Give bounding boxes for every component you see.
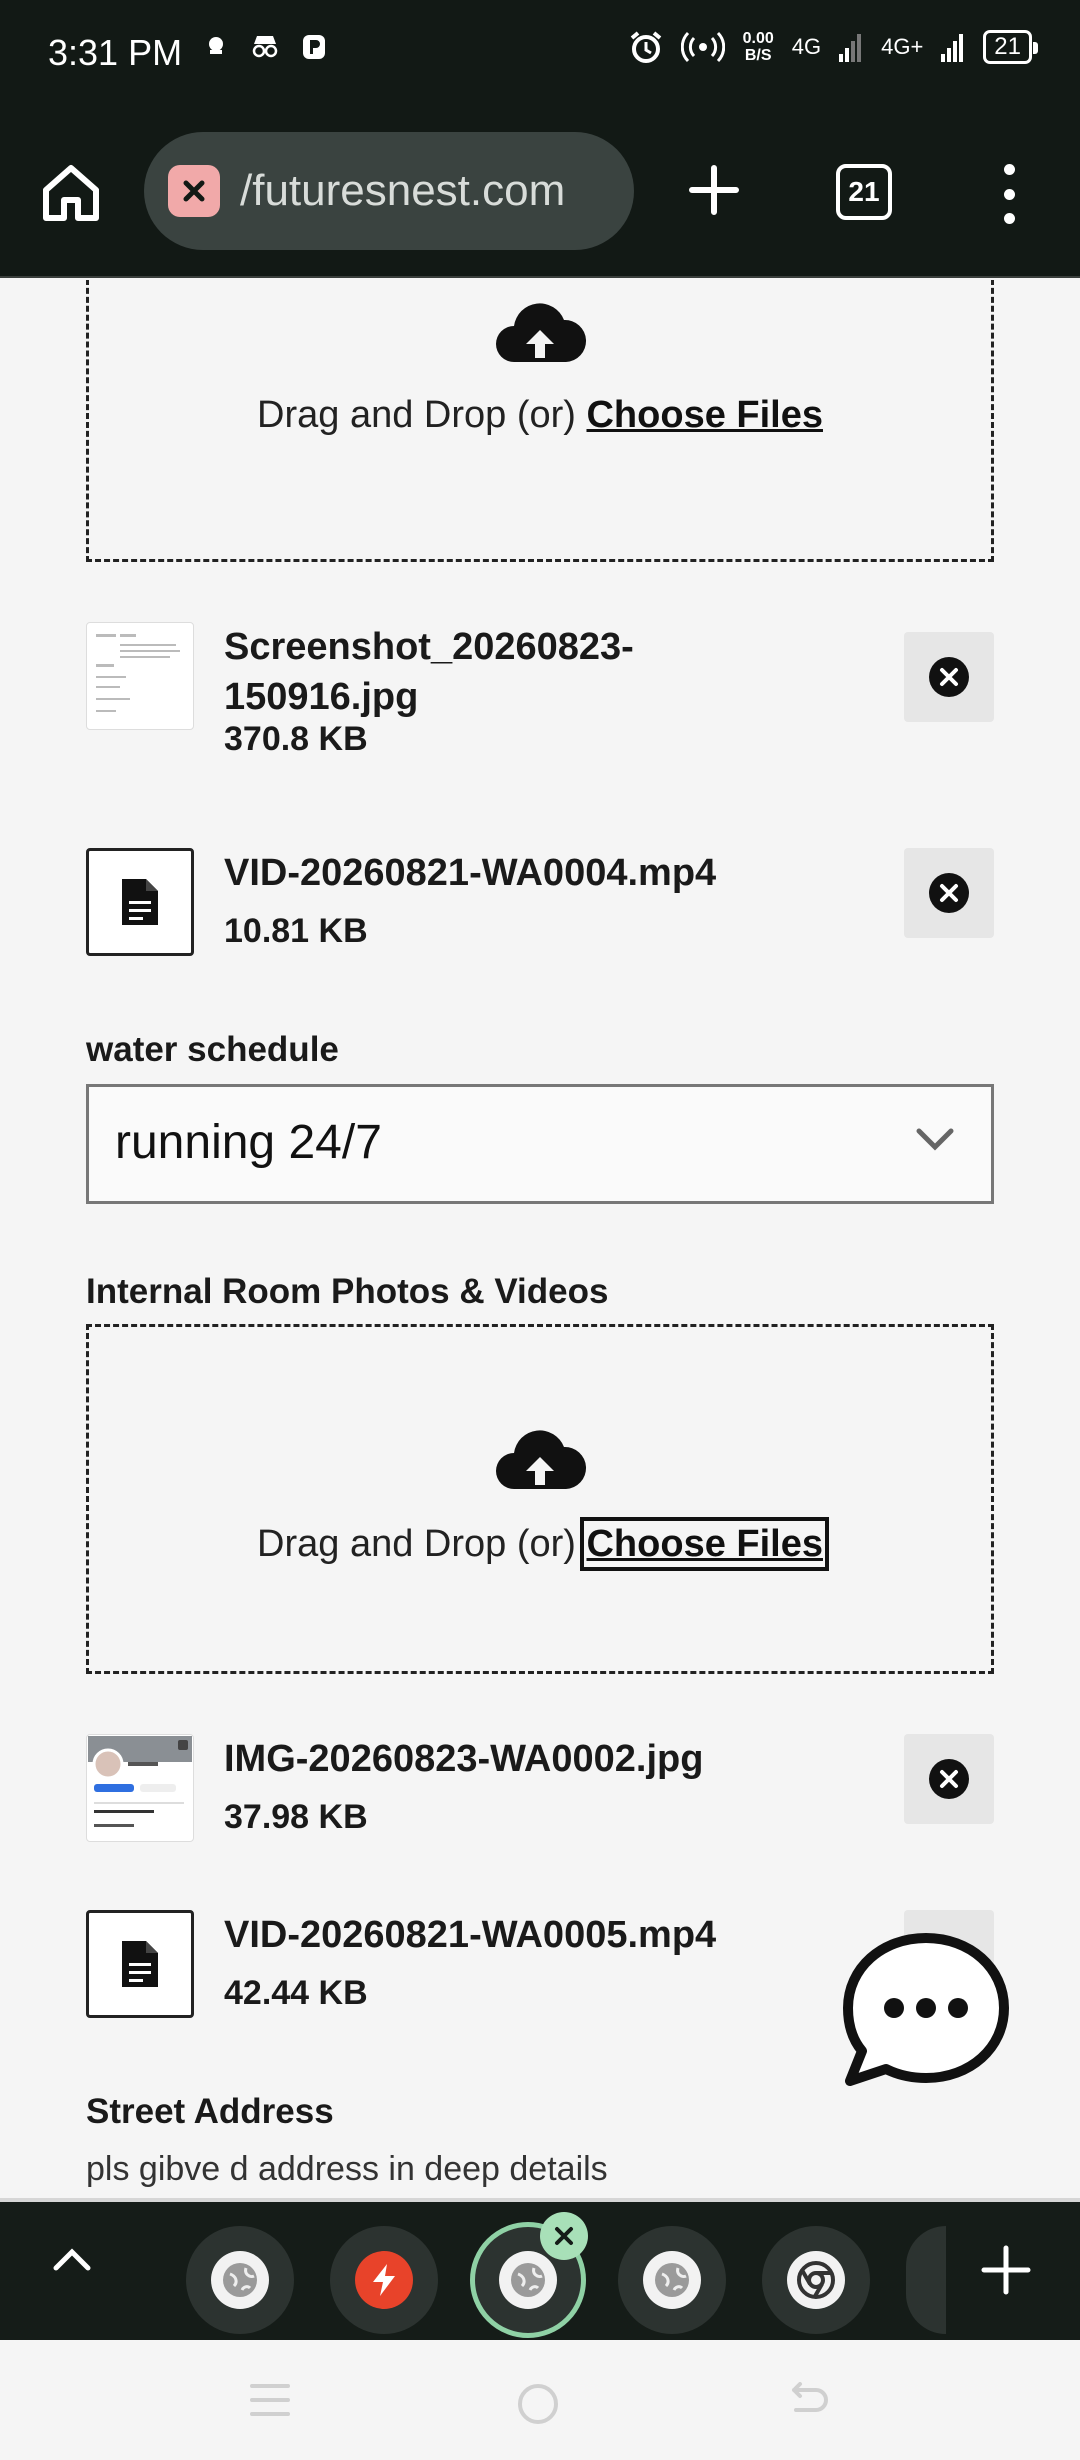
strip-tab[interactable] [618,2226,726,2334]
back-icon[interactable] [786,2382,830,2422]
strip-tab-partial[interactable] [906,2226,946,2334]
file-thumbnail [86,622,194,730]
globe-icon [643,2251,701,2309]
remove-file-button[interactable] [904,632,994,722]
cloud-upload-icon [496,1430,587,1489]
signal-icon [839,34,862,62]
file-size: 370.8 KB [224,720,368,758]
remove-file-button[interactable] [904,1734,994,1824]
street-address-hint: pls gibve d address in deep details [86,2150,608,2188]
close-circle-icon [929,657,969,697]
home-nav-icon[interactable] [516,2382,560,2426]
tab-strip [0,2198,1080,2340]
url-text[interactable]: /futuresnest.com [240,166,565,216]
upload-dropzone-1[interactable]: Drag and Drop (or) Choose Files [86,280,994,562]
status-time: 3:31 PM [48,32,183,73]
close-circle-icon [929,1759,969,1799]
file-name: VID-20260821-WA0004.mp4 [224,852,717,894]
file-thumbnail [86,1734,194,1842]
net-speed: 0.00 B/S [742,30,774,64]
p-app-icon [303,35,325,59]
cloud-upload-icon [496,303,587,362]
bolt-icon [355,2251,413,2309]
dropzone-text-2: Drag and Drop (or) Choose Files [257,1517,829,1571]
incognito-icon [252,36,278,58]
file-size: 37.98 KB [224,1798,368,1836]
file-name: IMG-20260823-WA0002.jpg [224,1738,704,1780]
select-value: running 24/7 [115,1116,382,1169]
globe-icon [499,2251,557,2309]
file-item: IMG-20260823-WA0002.jpg 37.98 KB [86,1734,994,1844]
file-item: Screenshot_20260823-150916.jpg 370.8 KB [86,622,994,762]
chrome-icon [787,2251,845,2309]
more-vert-icon[interactable] [994,164,1024,224]
choose-files-button-1[interactable]: Choose Files [586,394,823,436]
plus-icon[interactable] [980,2244,1032,2296]
tab-switcher-button[interactable]: 21 [836,164,892,220]
water-schedule-select[interactable]: running 24/7 [86,1084,994,1204]
alarm-icon [630,31,661,63]
battery-indicator: 21 [983,30,1038,64]
file-name: VID-20260821-WA0005.mp4 [224,1914,717,1956]
status-right: 0.00 B/S 4G 4G+ 21 [629,30,1038,64]
strip-tab[interactable] [330,2226,438,2334]
status-bar: 3:31 PM 0.00 B/S 4G 4G+ 21 [0,0,1080,110]
address-bar[interactable]: /futuresnest.com [144,132,634,250]
file-size: 42.44 KB [224,1974,368,2012]
notification-icons [204,34,326,60]
chat-bubble-icon[interactable] [836,1926,1016,2106]
document-icon [86,848,194,956]
close-tab-icon[interactable] [540,2212,588,2260]
hotspot-icon [680,31,725,63]
page-content: Drag and Drop (or) Choose Files Screensh… [0,280,1080,2198]
street-address-label: Street Address [86,2092,334,2131]
recent-apps-icon[interactable] [248,2382,292,2418]
globe-icon [211,2251,269,2309]
choose-files-button-2[interactable]: Choose Files [580,1517,829,1571]
signal-icon-2 [941,34,964,62]
network-type-2: 4G+ [881,34,924,59]
home-icon[interactable] [40,162,102,224]
chevron-down-icon [916,1128,954,1151]
notification-icon [209,37,223,54]
dropzone-text-1: Drag and Drop (or) Choose Files [257,394,823,436]
network-type-1: 4G [791,34,822,59]
insecure-site-icon[interactable] [168,165,220,217]
system-nav-bar [0,2340,1080,2460]
file-size: 10.81 KB [224,912,368,950]
upload-dropzone-2[interactable]: Drag and Drop (or) Choose Files [86,1324,994,1674]
file-name: Screenshot_20260823-150916.jpg [224,626,634,718]
document-icon [86,1910,194,2018]
chevron-up-icon[interactable] [52,2246,92,2274]
strip-tab[interactable] [762,2226,870,2334]
room-photos-label: Internal Room Photos & Videos [86,1272,609,1311]
remove-file-button[interactable] [904,848,994,938]
file-item: VID-20260821-WA0004.mp4 10.81 KB [86,848,994,958]
close-circle-icon [929,873,969,913]
browser-toolbar: /futuresnest.com 21 [0,110,1080,278]
strip-tab[interactable] [186,2226,294,2334]
plus-icon[interactable] [686,162,742,218]
water-schedule-label: water schedule [86,1030,339,1069]
